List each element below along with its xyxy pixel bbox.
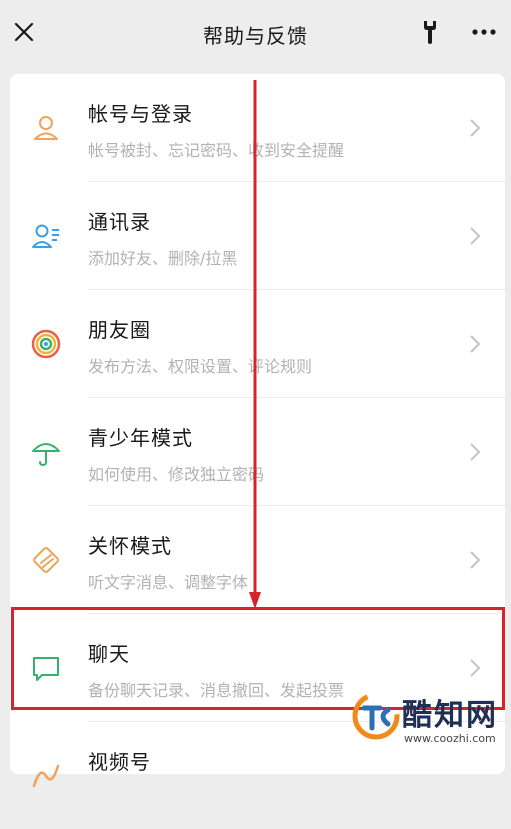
chevron-right-icon [470, 551, 481, 569]
annotation-arrow [249, 80, 261, 609]
item-subtitle: 听文字消息、调整字体 [88, 573, 249, 592]
item-subtitle: 添加好友、删除/拉黑 [88, 249, 238, 268]
item-title: 帐号与登录 [88, 102, 193, 126]
item-subtitle: 帐号被封、忘记密码、收到安全提醒 [88, 141, 345, 160]
watermark-logo-icon [352, 692, 400, 740]
watermark-brand: 酷知网 [402, 698, 498, 733]
video-icon [32, 764, 60, 788]
item-title: 关怀模式 [88, 534, 172, 558]
chevron-right-icon [470, 119, 481, 137]
item-title: 视频号 [88, 750, 151, 774]
chevron-right-icon [470, 443, 481, 461]
chevron-right-icon [470, 227, 481, 245]
item-title: 通讯录 [88, 210, 151, 234]
top-bar: 帮助与反馈 [0, 0, 511, 66]
item-title: 青少年模式 [88, 426, 193, 450]
more-icon[interactable] [471, 24, 497, 40]
chevron-right-icon [470, 335, 481, 353]
user-icon [34, 116, 58, 140]
watermark-url: www.coozhi.com [404, 732, 496, 745]
moments-icon [31, 329, 61, 359]
watermark: 酷知网 www.coozhi.com [352, 690, 511, 750]
care-icon [33, 547, 59, 573]
umbrella-icon [32, 443, 60, 467]
item-subtitle: 发布方法、权限设置、评论规则 [88, 357, 313, 376]
wrench-icon[interactable] [419, 19, 441, 45]
contacts-icon [32, 224, 59, 248]
item-title: 朋友圈 [88, 318, 151, 342]
item-subtitle: 如何使用、修改独立密码 [88, 465, 265, 484]
